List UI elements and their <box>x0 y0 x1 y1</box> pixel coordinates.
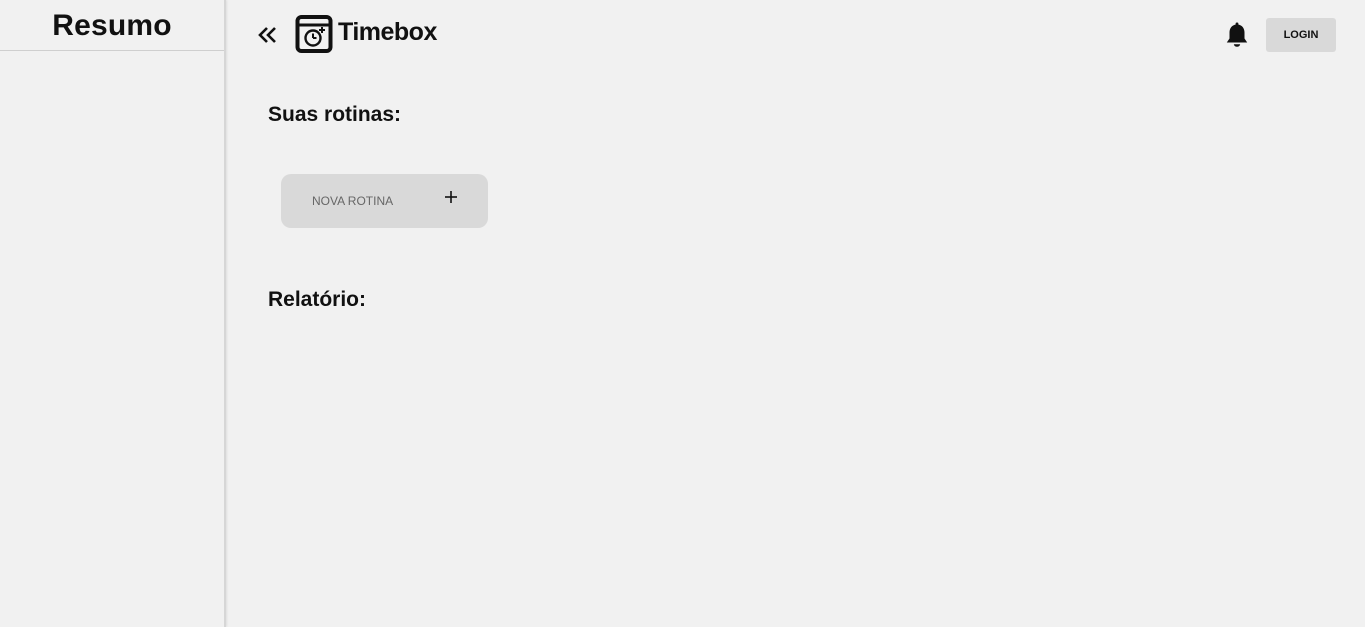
new-routine-label: NOVA ROTINA <box>312 194 394 208</box>
main-content: Timebox LOGIN Suas rotinas: NOVA ROTINA … <box>226 0 1365 627</box>
notifications-button[interactable] <box>1224 22 1250 50</box>
double-chevron-left-icon <box>258 27 276 43</box>
calendar-clock-icon <box>295 14 333 54</box>
report-section-title: Relatório: <box>268 288 367 311</box>
login-button[interactable]: LOGIN <box>1266 18 1336 52</box>
routines-section-title: Suas rotinas: <box>268 103 402 126</box>
sidebar-title: Resumo <box>0 0 224 51</box>
brand-name: Timebox <box>338 18 437 46</box>
collapse-sidebar-button[interactable] <box>256 24 280 46</box>
plus-icon <box>445 191 457 203</box>
bell-icon <box>1226 22 1248 47</box>
top-bar: Timebox LOGIN <box>226 0 1365 70</box>
new-routine-button[interactable]: NOVA ROTINA <box>281 174 488 228</box>
sidebar: Resumo <box>0 0 226 627</box>
